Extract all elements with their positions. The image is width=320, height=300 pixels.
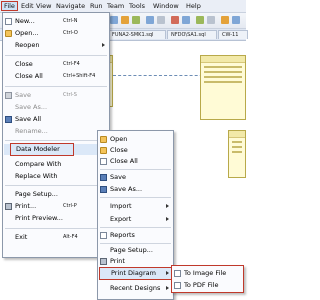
chevron-right-icon bbox=[166, 286, 169, 290]
menu-item-save-as[interactable]: Save As... bbox=[3, 102, 109, 113]
toolbar-icon[interactable] bbox=[157, 16, 165, 24]
toolbar-icon[interactable] bbox=[110, 16, 118, 24]
pdf-file-icon bbox=[174, 282, 181, 289]
menu-item-dm-page-setup[interactable]: Page Setup... bbox=[98, 245, 173, 256]
menu-item-replace-with[interactable]: Replace With bbox=[3, 171, 109, 182]
menu-separator bbox=[100, 243, 171, 244]
menu-item-print[interactable]: Print... Ctrl-P bbox=[3, 201, 109, 212]
menu-item-dm-save-as[interactable]: Save As... bbox=[98, 184, 173, 195]
menu-item-dm-print-diagram[interactable]: Print Diagram bbox=[99, 267, 172, 280]
print-icon bbox=[100, 258, 107, 265]
data-modeler-submenu: Open Close Close All Save Save As... Imp… bbox=[97, 130, 174, 300]
menu-team[interactable]: Team bbox=[107, 2, 124, 11]
menu-separator bbox=[5, 228, 107, 229]
menu-item-dm-recent-designs[interactable]: Recent Designs bbox=[98, 283, 173, 294]
editor-tab[interactable]: FUNA2-SMK1.sql bbox=[108, 30, 166, 39]
open-icon bbox=[100, 136, 107, 143]
menu-item-reopen[interactable]: Reopen bbox=[3, 40, 109, 51]
toolbar-icon[interactable] bbox=[171, 16, 179, 24]
menu-item-dm-print[interactable]: Print bbox=[98, 256, 173, 267]
menu-run[interactable]: Run bbox=[90, 2, 102, 11]
menu-item-save[interactable]: Save Ctrl-S bbox=[3, 90, 109, 101]
chevron-right-icon bbox=[102, 43, 105, 47]
menu-item-open[interactable]: Open... Ctrl-O bbox=[3, 28, 109, 39]
toolbar-icon[interactable] bbox=[207, 16, 215, 24]
file-menu: New... Ctrl-N Open... Ctrl-O Reopen Clos… bbox=[2, 12, 110, 258]
menu-separator bbox=[5, 140, 107, 141]
menu-item-page-setup[interactable]: Page Setup... bbox=[3, 189, 109, 200]
diagram-entity[interactable] bbox=[228, 130, 246, 178]
reports-icon bbox=[100, 232, 107, 239]
menu-edit[interactable]: Edit bbox=[21, 2, 34, 11]
menu-separator bbox=[100, 227, 171, 228]
menu-item-dm-close-all[interactable]: Close All bbox=[98, 156, 173, 167]
menu-item-dm-reports[interactable]: Reports bbox=[98, 230, 173, 241]
toolbar-icon[interactable] bbox=[232, 16, 240, 24]
menu-item-close-all[interactable]: Close All Ctrl+Shift-F4 bbox=[3, 71, 109, 82]
menu-item-save-all[interactable]: Save All bbox=[3, 114, 109, 125]
menu-navigate[interactable]: Navigate bbox=[56, 2, 85, 11]
chevron-right-icon bbox=[166, 204, 169, 208]
menu-separator bbox=[5, 86, 107, 87]
editor-tab[interactable]: NFDO\SA1.sql bbox=[167, 30, 217, 39]
menu-window[interactable]: Window bbox=[153, 2, 179, 11]
menu-item-close[interactable]: Close Ctrl-F4 bbox=[3, 59, 109, 70]
save-icon bbox=[5, 92, 12, 99]
print-icon bbox=[5, 203, 12, 210]
menu-separator bbox=[100, 169, 171, 170]
menu-item-rename[interactable]: Rename... bbox=[3, 126, 109, 137]
toolbar-icon[interactable] bbox=[121, 16, 129, 24]
relationship-line bbox=[113, 75, 213, 76]
new-icon bbox=[5, 18, 12, 25]
close-folder-icon bbox=[100, 147, 107, 154]
toolbar-icon[interactable] bbox=[146, 16, 154, 24]
menu-separator bbox=[5, 55, 107, 56]
editor-tab[interactable]: CW-11 bbox=[218, 30, 248, 39]
menu-tools[interactable]: Tools bbox=[129, 2, 145, 11]
menu-view[interactable]: View bbox=[36, 2, 51, 11]
toolbar-icon[interactable] bbox=[221, 16, 229, 24]
menu-item-to-image-file[interactable]: To Image File bbox=[172, 268, 243, 279]
diagram-entity[interactable] bbox=[200, 55, 246, 120]
menu-separator bbox=[100, 197, 171, 198]
toolbar-icon[interactable] bbox=[182, 16, 190, 24]
menu-item-compare-with[interactable]: Compare With bbox=[3, 159, 109, 170]
chevron-right-icon bbox=[166, 271, 169, 275]
close-all-icon bbox=[100, 158, 107, 165]
print-diagram-submenu: To Image File To PDF File bbox=[171, 265, 244, 293]
menu-item-dm-close[interactable]: Close bbox=[98, 145, 173, 156]
menu-item-exit[interactable]: Exit Alt-F4 bbox=[3, 232, 109, 243]
save-as-icon bbox=[100, 186, 107, 193]
menu-help[interactable]: Help bbox=[186, 2, 201, 11]
chevron-right-icon bbox=[166, 217, 169, 221]
menu-item-print-preview[interactable]: Print Preview... bbox=[3, 213, 109, 224]
open-folder-icon bbox=[5, 30, 12, 37]
menu-item-new[interactable]: New... Ctrl-N bbox=[3, 16, 109, 27]
callout-box bbox=[10, 143, 74, 156]
save-icon bbox=[100, 174, 107, 181]
menu-separator bbox=[5, 185, 107, 186]
menu-item-dm-import[interactable]: Import bbox=[98, 201, 173, 212]
menu-item-dm-save[interactable]: Save bbox=[98, 172, 173, 183]
image-file-icon bbox=[174, 270, 181, 277]
menu-item-dm-export[interactable]: Export bbox=[98, 214, 173, 225]
menu-item-dm-open[interactable]: Open bbox=[98, 134, 173, 145]
toolbar-icon[interactable] bbox=[196, 16, 204, 24]
toolbar-icon[interactable] bbox=[132, 16, 140, 24]
save-all-icon bbox=[5, 116, 12, 123]
menu-file[interactable]: File bbox=[1, 1, 18, 11]
menu-item-to-pdf-file[interactable]: To PDF File bbox=[172, 280, 243, 291]
